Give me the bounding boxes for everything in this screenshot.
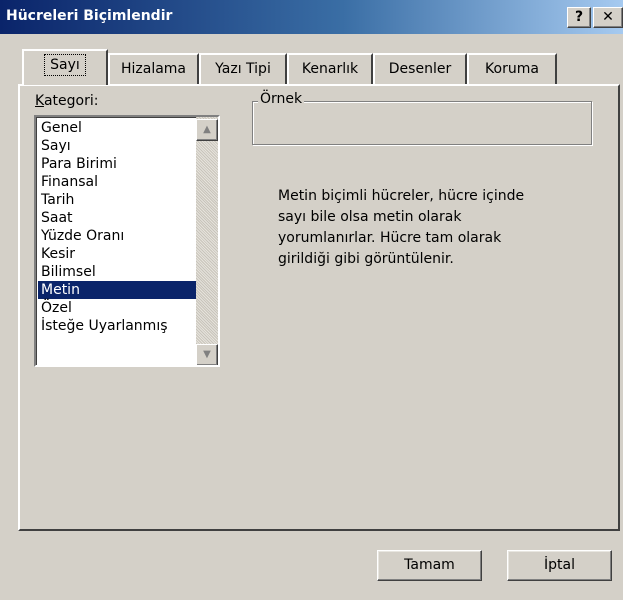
scroll-up-button[interactable]: ▲ (196, 119, 218, 141)
category-listbox[interactable]: Genel Sayı Para Birimi Finansal Tarih Saat Yüz… (34, 115, 220, 367)
category-item[interactable]: İsteğe Uyarlanmış (38, 317, 198, 335)
description-line: sayı bile olsa metin olarak (278, 209, 462, 225)
category-list: Genel Sayı Para Birimi Finansal Tarih Saat Yüz… (38, 119, 198, 335)
title-bar[interactable]: Hücreleri Biçimlendir ? ✕ (0, 0, 623, 34)
tab-hizalama[interactable]: Hizalama (108, 53, 199, 85)
description-line: girildiği gibi görüntülenir. (278, 251, 454, 267)
tab-label: Kenarlık (301, 61, 359, 77)
tab-label: Yazı Tipi (215, 61, 271, 77)
sample-label: Örnek (258, 91, 305, 107)
category-item[interactable]: Özel (38, 299, 198, 317)
category-item[interactable]: Sayı (38, 137, 198, 155)
description-line: Metin biçimli hücreler, hücre içinde (278, 188, 525, 204)
scroll-down-button[interactable]: ▼ (196, 344, 218, 365)
category-item[interactable]: Yüzde Oranı (38, 227, 198, 245)
category-item[interactable]: Tarih (38, 191, 198, 209)
category-item[interactable]: Bilimsel (38, 263, 198, 281)
category-item[interactable]: Para Birimi (38, 155, 198, 173)
tab-koruma[interactable]: Koruma (467, 53, 557, 85)
category-item[interactable]: Genel (38, 119, 198, 137)
ok-button[interactable]: Tamam (377, 550, 482, 581)
help-button[interactable]: ? (567, 7, 591, 28)
category-item[interactable]: Kesir (38, 245, 198, 263)
close-button[interactable]: ✕ (593, 7, 623, 28)
sample-groupbox (252, 101, 592, 145)
tab-kenarlik[interactable]: Kenarlık (287, 53, 373, 85)
category-description: Metin biçimli hücreler, hücre içinde say… (278, 186, 578, 270)
category-label: Kategori: (35, 93, 99, 109)
tab-label: Desenler (388, 61, 452, 77)
list-scrollbar[interactable]: ▲ ▼ (196, 117, 218, 365)
category-item[interactable]: Metin (38, 281, 198, 299)
tab-sayi[interactable]: Sayı (22, 49, 108, 85)
category-item[interactable]: Saat (38, 209, 198, 227)
tab-yazi-tipi[interactable]: Yazı Tipi (199, 53, 287, 85)
description-line: yorumlanırlar. Hücre tam olarak (278, 230, 502, 246)
category-item[interactable]: Finansal (38, 173, 198, 191)
window-title: Hücreleri Biçimlendir (6, 8, 173, 24)
tab-desenler[interactable]: Desenler (373, 53, 467, 85)
cancel-button[interactable]: İptal (507, 550, 612, 581)
tab-label: Sayı (44, 54, 86, 76)
tab-label: Koruma (485, 61, 539, 77)
tab-label: Hizalama (120, 61, 187, 77)
